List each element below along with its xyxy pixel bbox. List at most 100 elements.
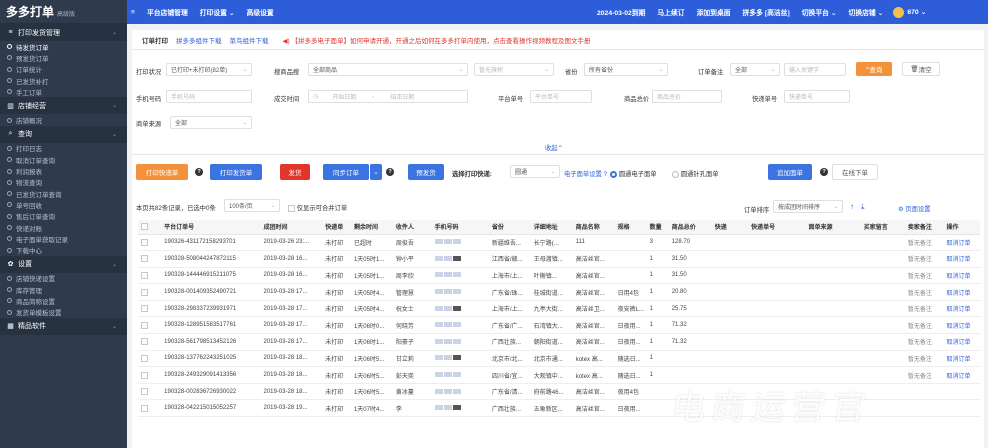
checkbox-cell[interactable] xyxy=(138,267,162,285)
sidebar-item[interactable]: 售后订单查询 xyxy=(0,211,127,222)
source-select[interactable]: 全部 ⌄ xyxy=(170,116,252,129)
tab-pdd-download[interactable]: 拼多多组件下载 xyxy=(176,35,222,45)
avatar[interactable] xyxy=(893,6,905,18)
express-no-input[interactable]: 快递单号 xyxy=(784,90,850,103)
checkbox-cell[interactable] xyxy=(138,316,162,335)
add-desktop-link[interactable]: 添加到桌面 xyxy=(697,7,731,17)
page-settings-link[interactable]: ⚙ 页面设置 xyxy=(898,204,931,213)
checkbox[interactable] xyxy=(141,305,148,313)
sidebar-item[interactable]: 电子面单获取记录 xyxy=(0,233,127,244)
checkbox-cell[interactable] xyxy=(138,350,162,368)
table-row[interactable]: 190328-144446915211075 2019-03-28 16... 未打… xyxy=(138,267,980,285)
checkbox-cell[interactable] xyxy=(138,333,162,351)
sidebar-section-4[interactable]: ▦ 精品软件 ⌄ xyxy=(0,317,127,335)
tab-cainiao-download[interactable]: 菜鸟组件下载 xyxy=(230,35,269,45)
cancel-order-link[interactable]: 取消订单 xyxy=(943,234,980,252)
checkbox[interactable] xyxy=(141,404,148,412)
query-button[interactable]: ⌕ 查询 xyxy=(856,62,892,76)
sync-dropdown-toggle[interactable]: ⌄ xyxy=(370,164,382,180)
help-icon[interactable]: ? xyxy=(195,168,203,176)
table-row[interactable]: 190328-128951583517761 2019-03-28 17... 未打… xyxy=(138,316,980,335)
print-status-select[interactable]: 已打印+未打印(82单) ⌄ xyxy=(166,63,252,76)
sidebar-item[interactable]: 快递对账 xyxy=(0,222,127,233)
province-select[interactable]: 所有省份 ⌄ xyxy=(584,63,668,76)
radio-pin[interactable]: 圆通针孔面单 xyxy=(672,169,719,178)
topbar-menu-advanced[interactable]: 高级设置 xyxy=(247,7,274,17)
cancel-order-link[interactable]: 取消订单 xyxy=(943,316,980,335)
table-row[interactable]: 190326-431172158293701 2019-03-26 23:... 未… xyxy=(138,234,980,252)
sidebar-item[interactable]: 订单统计 xyxy=(0,64,127,75)
renew-link[interactable]: 马上续订 xyxy=(657,7,684,17)
cancel-order-link[interactable]: 取消订单 xyxy=(943,333,980,351)
online-order-button[interactable]: 在线下单 xyxy=(832,164,878,180)
collapse-link[interactable]: 收起⌃ xyxy=(545,143,563,152)
cancel-order-link[interactable] xyxy=(943,399,980,418)
pre-ship-button[interactable]: 预发货 xyxy=(408,164,444,180)
deal-time-range[interactable]: ◷ 开始日期 - 结束日期 xyxy=(308,90,468,103)
chevron-down-icon[interactable]: ⌄ xyxy=(921,8,927,16)
flag-select[interactable]: 暂无旗帜 ⌄ xyxy=(474,63,554,76)
checkbox[interactable] xyxy=(141,255,148,263)
express-settings-link[interactable]: 电子面单设置 ? xyxy=(564,169,607,178)
sidebar-item[interactable]: 库存管理 xyxy=(0,284,127,295)
express-select[interactable]: 圆通 ⌄ xyxy=(510,165,560,178)
clear-button[interactable]: 🗑︎ 清空 xyxy=(902,62,940,76)
per-page-select[interactable]: 100条/页 ⌄ xyxy=(224,199,280,212)
platform-no-input[interactable]: 平台单号 xyxy=(530,90,592,103)
download-icon[interactable]: ⤓ xyxy=(861,202,865,212)
remark-select[interactable]: 全部 ⌄ xyxy=(730,63,780,76)
checkbox[interactable] xyxy=(141,223,148,231)
checkbox[interactable] xyxy=(141,371,148,379)
sidebar-item[interactable]: 店铺快递设置 xyxy=(0,273,127,284)
sort-select[interactable]: 按成团时间排序 ⌄ xyxy=(773,200,843,213)
table-row[interactable]: 190328-561798513452126 2019-03-28 17... 未打… xyxy=(138,333,980,351)
help-icon[interactable]: ? xyxy=(386,168,394,176)
table-row[interactable]: 190328-137762243251025 2019-03-28 18... 未打… xyxy=(138,350,980,368)
hamburger-icon[interactable]: ≡ xyxy=(131,9,135,16)
sidebar-item[interactable]: 手工订单 xyxy=(0,86,127,97)
cancel-order-link[interactable]: 取消订单 xyxy=(943,350,980,368)
append-button[interactable]: 追加面单 xyxy=(768,164,812,180)
sidebar-item[interactable]: 预发货订单 xyxy=(0,52,127,63)
checkbox[interactable] xyxy=(141,321,148,329)
checkbox[interactable] xyxy=(141,354,148,362)
cancel-order-link[interactable]: 取消订单 xyxy=(943,250,980,268)
table-row[interactable]: 190328-001409352490721 2019-03-28 17... 未打… xyxy=(138,283,980,301)
checkbox-cell[interactable] xyxy=(138,366,162,384)
sidebar-item[interactable]: 发货单模板设置 xyxy=(0,307,127,318)
cancel-order-link[interactable]: 取消订单 xyxy=(943,283,980,301)
checkbox[interactable] xyxy=(141,338,148,346)
sync-orders-button[interactable]: 同步订单 xyxy=(323,164,369,180)
switch-platform-menu[interactable]: 切换平台 ⌄ xyxy=(802,7,837,17)
merge-filter[interactable]: 仅显示可合并订单 xyxy=(288,203,347,212)
sidebar-section-0[interactable]: ≡ 打印发货管理 ⌄ xyxy=(0,24,127,41)
notice-link[interactable]: ◀) 【拼多多电子面单】如何申请开通，开通之后如何在多多打单内使用，点击查看操作… xyxy=(283,35,591,45)
select-all-cell[interactable] xyxy=(138,220,162,235)
checkbox-cell[interactable] xyxy=(138,399,162,418)
checkbox[interactable] xyxy=(141,238,148,246)
checkbox-cell[interactable] xyxy=(138,234,162,252)
phone-input[interactable]: 手机号码 xyxy=(166,90,252,103)
tab-order-print[interactable]: 订单打印 xyxy=(142,35,168,45)
sidebar-section-1[interactable]: ▥ 店铺经营 ⌄ xyxy=(0,97,127,115)
sidebar-item[interactable]: 取消订单查询 xyxy=(0,154,127,165)
print-express-button[interactable]: 打印快递单 xyxy=(136,164,188,180)
sidebar-item[interactable]: 打印日志 xyxy=(0,143,127,154)
cancel-order-link[interactable]: 取消订单 xyxy=(943,300,980,318)
checkbox[interactable] xyxy=(141,288,148,296)
radio-einvoice[interactable]: 圆通电子面单 xyxy=(610,169,657,178)
sidebar-item[interactable]: 待发货订单 xyxy=(0,41,127,52)
cancel-order-link[interactable] xyxy=(943,383,980,401)
print-ship-button[interactable]: 打印发货单 xyxy=(210,164,262,180)
checkbox[interactable] xyxy=(141,388,148,396)
switch-shop-menu[interactable]: 切换店铺 ⌄ xyxy=(849,7,884,17)
sort-asc-icon[interactable]: ↑ xyxy=(850,202,854,211)
sidebar-item[interactable]: 利润报表 xyxy=(0,165,127,176)
checkbox-cell[interactable] xyxy=(138,250,162,268)
table-row[interactable]: 190328-508044247872115 2019-03-28 16... 未打… xyxy=(138,250,980,268)
sidebar-item[interactable]: 物流查询 xyxy=(0,177,127,188)
sidebar-item[interactable]: 已发货订单查询 xyxy=(0,188,127,199)
topbar-menu-shops[interactable]: 平台店铺管理 xyxy=(147,7,188,17)
topbar-menu-print-settings[interactable]: 打印设置 ⌄ xyxy=(200,7,235,17)
app-logo[interactable]: 多多打单 高级版 xyxy=(0,0,127,24)
